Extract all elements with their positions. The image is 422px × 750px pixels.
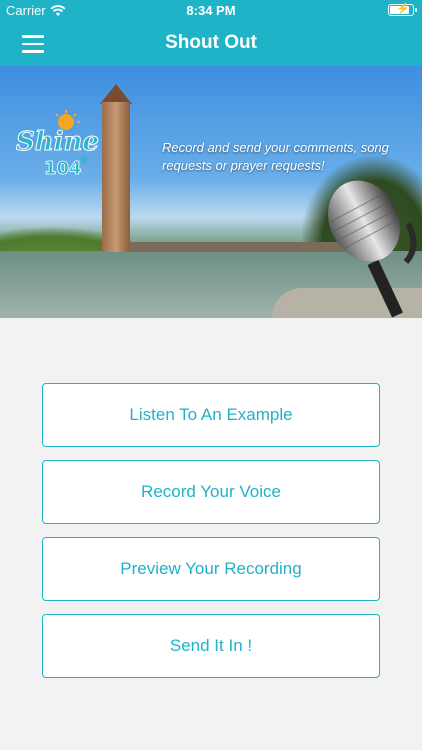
svg-text:Shine: Shine [16,127,99,157]
nav-bar: Shout Out [0,22,422,66]
preview-recording-button[interactable]: Preview Your Recording [42,537,380,601]
clock: 8:34 PM [186,3,236,18]
record-voice-button[interactable]: Record Your Voice [42,460,380,524]
microphone-icon [328,180,417,318]
shine-logo: Shine 104 9 [16,110,100,179]
banner-tagline: Record and send your comments, song requ… [162,140,389,173]
svg-text:9: 9 [80,154,88,167]
svg-text:104: 104 [44,158,82,179]
send-it-in-button[interactable]: Send It In ! [42,614,380,678]
clock-tower [102,102,130,252]
actions-list: Listen To An Example Record Your Voice P… [42,383,380,691]
battery-charging-icon: ⚡ [388,3,417,16]
listen-example-button[interactable]: Listen To An Example [42,383,380,447]
page-title: Shout Out [165,32,257,53]
status-bar: Carrier 8:34 PM ⚡ [0,0,422,22]
clock-tower-roof [100,84,132,104]
